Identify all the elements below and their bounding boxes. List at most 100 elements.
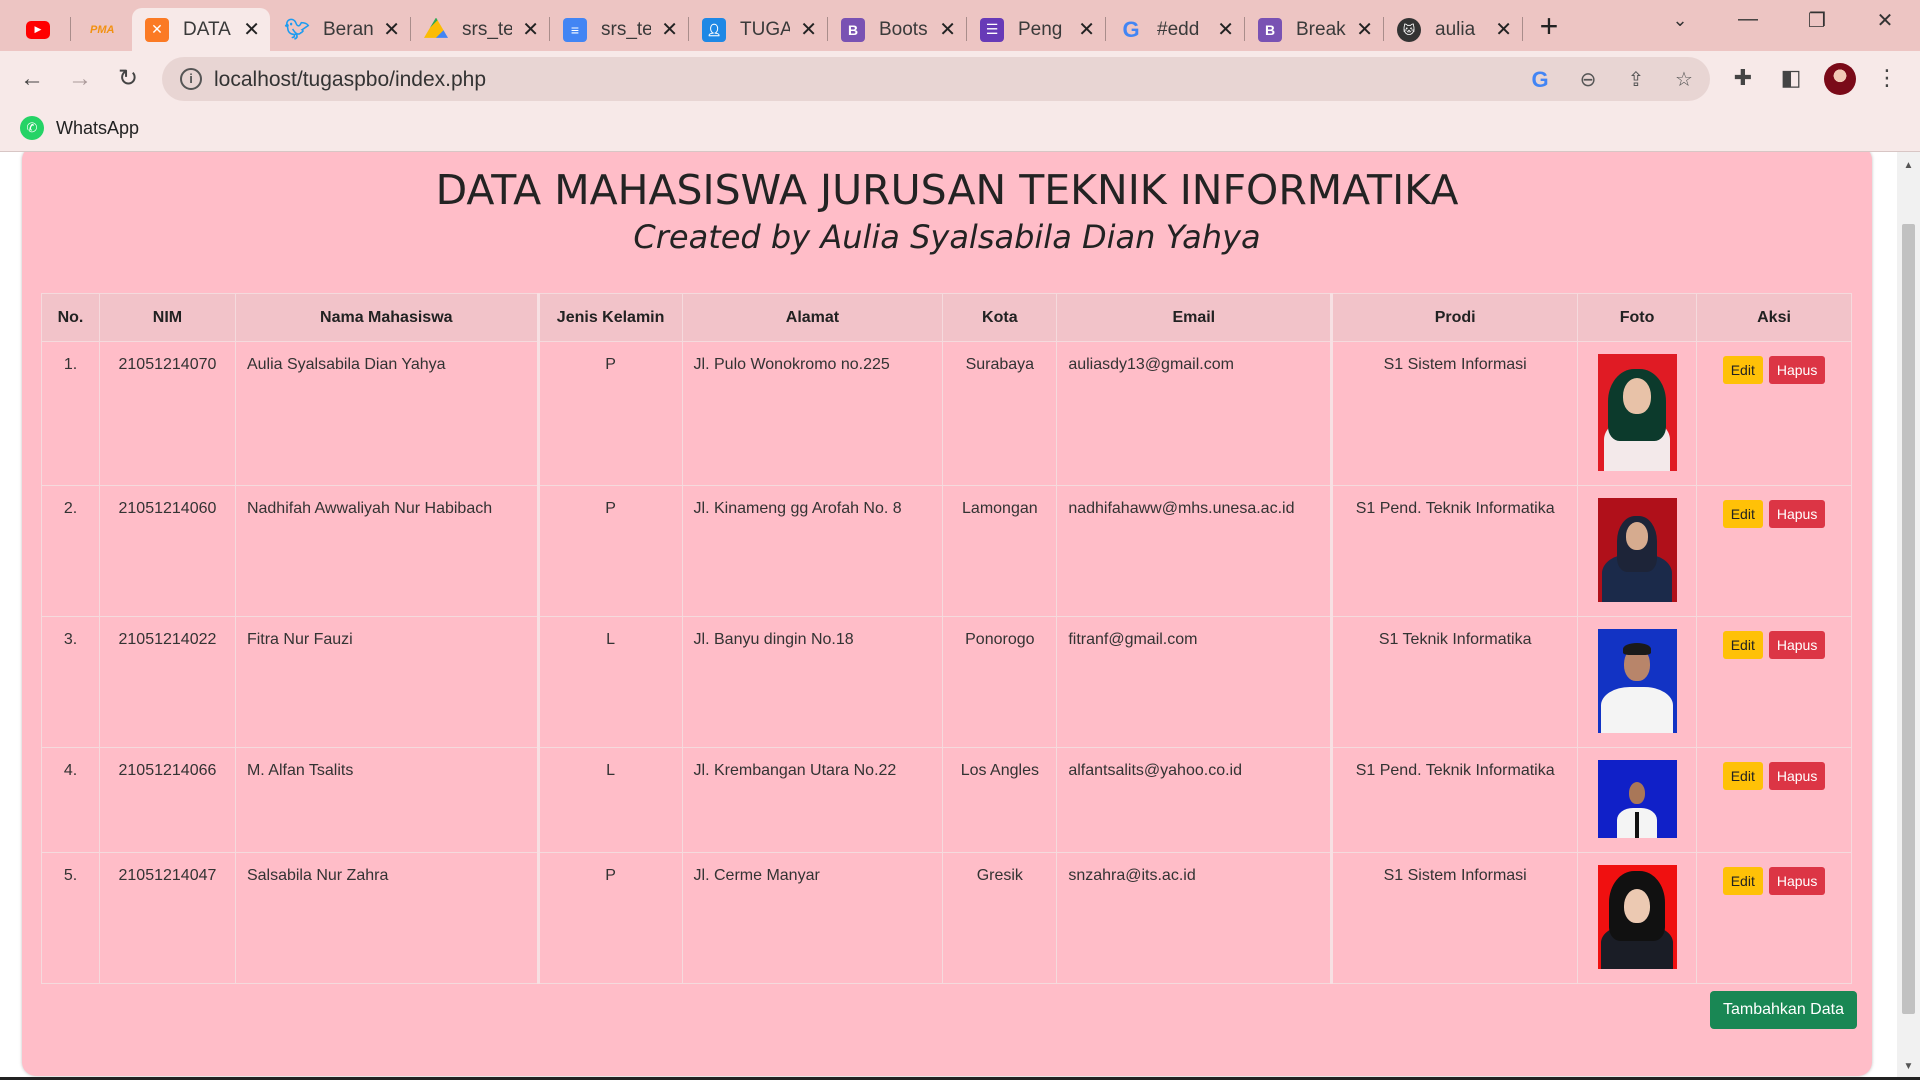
col-header-jenis-kelamin: Jenis Kelamin bbox=[536, 293, 683, 342]
tab-close-icon[interactable]: ✕ bbox=[1217, 20, 1234, 40]
cell-email: auliasdy13@gmail.com bbox=[1056, 341, 1333, 486]
tab-close-icon[interactable]: ✕ bbox=[661, 20, 678, 40]
cell-foto bbox=[1577, 485, 1698, 617]
twitter-icon: 🐦︎ bbox=[284, 19, 310, 41]
tab-youtube[interactable]: ▶ bbox=[18, 8, 58, 51]
cell-foto bbox=[1577, 852, 1698, 984]
tab-close-icon[interactable]: ✕ bbox=[522, 20, 539, 40]
forward-button[interactable]: → bbox=[62, 61, 98, 97]
github-icon: 🐱︎ bbox=[1397, 17, 1421, 42]
cell-alamat: Jl. Cerme Manyar bbox=[681, 852, 944, 984]
close-window-button[interactable]: ✕ bbox=[1870, 8, 1900, 33]
tab-close-icon[interactable]: ✕ bbox=[1356, 20, 1373, 40]
scroll-up-icon[interactable]: ▲ bbox=[1897, 156, 1920, 176]
new-tab-button[interactable]: + bbox=[1534, 10, 1564, 42]
bookmark-star-icon[interactable]: ☆ bbox=[1670, 66, 1698, 94]
cell-nim: 21051214022 bbox=[98, 616, 236, 748]
tab-bootstrap-breakpoints[interactable]: B Break ✕ bbox=[1245, 8, 1383, 51]
profile-avatar[interactable] bbox=[1824, 63, 1856, 95]
tab-phpmyadmin[interactable]: PMA bbox=[80, 8, 124, 51]
tab-strip: ▶ PMA ✕ DATA ✕ 🐦︎ Beran ✕ srs_te ✕ ≡ srs… bbox=[0, 0, 1920, 51]
tab-google-classroom[interactable]: 👤︎ TUGA ✕ bbox=[689, 8, 827, 51]
tab-close-icon[interactable]: ✕ bbox=[1078, 20, 1095, 40]
tab-close-icon[interactable]: ✕ bbox=[800, 20, 817, 40]
tab-close-icon[interactable]: ✕ bbox=[383, 20, 400, 40]
tab-google-search[interactable]: G #edd ✕ bbox=[1106, 8, 1244, 51]
reload-button[interactable]: ↻ bbox=[110, 61, 146, 97]
address-bar[interactable]: i localhost/tugaspbo/index.php G ⊖ ⇪ ☆ bbox=[162, 57, 1710, 101]
cell-alamat: Jl. Pulo Wonokromo no.225 bbox=[681, 341, 944, 486]
edit-button[interactable]: Edit bbox=[1722, 356, 1763, 384]
share-icon[interactable]: ⇪ bbox=[1622, 66, 1650, 94]
google-lens-icon[interactable]: G bbox=[1526, 66, 1554, 94]
google-forms-icon: ☰ bbox=[980, 17, 1004, 42]
minimize-button[interactable]: — bbox=[1733, 8, 1763, 31]
tab-data-active[interactable]: ✕ DATA ✕ bbox=[132, 8, 270, 51]
delete-button[interactable]: Hapus bbox=[1768, 762, 1826, 790]
page-scrollbar[interactable]: ▲ ▼ bbox=[1897, 152, 1920, 1077]
tab-title: TUGA bbox=[740, 18, 791, 40]
cell-foto bbox=[1577, 616, 1698, 748]
bootstrap-icon: B bbox=[1258, 17, 1282, 42]
tab-google-forms[interactable]: ☰ Peng ✕ bbox=[967, 8, 1105, 51]
tab-google-drive[interactable]: srs_te ✕ bbox=[411, 8, 549, 51]
delete-button[interactable]: Hapus bbox=[1768, 867, 1826, 895]
tab-title: Peng bbox=[1018, 18, 1063, 40]
student-photo bbox=[1597, 354, 1677, 471]
cell-foto bbox=[1577, 341, 1698, 486]
add-data-button[interactable]: Tambahkan Data bbox=[1710, 991, 1857, 1029]
extensions-icon[interactable]: ✚ bbox=[1728, 63, 1758, 93]
menu-icon[interactable]: ⋮ bbox=[1872, 63, 1902, 93]
tab-github[interactable]: 🐱︎ aulia ✕ bbox=[1384, 8, 1522, 51]
scrollbar-thumb[interactable] bbox=[1902, 224, 1915, 1014]
tab-close-icon[interactable]: ✕ bbox=[939, 20, 956, 40]
edit-button[interactable]: Edit bbox=[1722, 500, 1763, 528]
col-header-nama: Nama Mahasiswa bbox=[234, 293, 539, 342]
scroll-down-icon[interactable]: ▼ bbox=[1897, 1057, 1920, 1077]
edit-button[interactable]: Edit bbox=[1722, 762, 1763, 790]
cell-jenis-kelamin: P bbox=[536, 341, 683, 486]
col-header-email: Email bbox=[1056, 293, 1333, 342]
tab-twitter[interactable]: 🐦︎ Beran ✕ bbox=[272, 8, 410, 51]
cell-email: alfantsalits@yahoo.co.id bbox=[1056, 747, 1333, 853]
cell-nama: M. Alfan Tsalits bbox=[234, 747, 539, 853]
tab-title: #edd bbox=[1157, 18, 1200, 40]
zoom-icon[interactable]: ⊖ bbox=[1574, 66, 1602, 94]
content-card: DATA MAHASISWA JURUSAN TEKNIK INFORMATIK… bbox=[22, 152, 1872, 1076]
bookmark-whatsapp[interactable]: ✆ WhatsApp bbox=[20, 116, 139, 140]
tab-title: DATA bbox=[183, 18, 231, 40]
table-header-row: No. NIM Nama Mahasiswa Jenis Kelamin Ala… bbox=[41, 293, 1852, 342]
site-info-icon[interactable]: i bbox=[180, 68, 202, 90]
cell-no: 4. bbox=[41, 747, 100, 853]
cell-no: 3. bbox=[41, 616, 100, 748]
xampp-icon: ✕ bbox=[145, 17, 169, 42]
tab-title: Boots bbox=[879, 18, 928, 40]
cell-nim: 21051214047 bbox=[98, 852, 236, 984]
cell-aksi: Edit Hapus bbox=[1696, 341, 1852, 486]
page-subtitle: Created by Aulia Syalsabila Dian Yahya bbox=[633, 218, 1261, 256]
col-header-foto: Foto bbox=[1577, 293, 1698, 342]
cell-kota: Los Angles bbox=[942, 747, 1058, 853]
delete-button[interactable]: Hapus bbox=[1768, 500, 1826, 528]
tab-close-icon[interactable]: ✕ bbox=[1495, 20, 1512, 40]
tab-title: Beran bbox=[323, 18, 374, 40]
delete-button[interactable]: Hapus bbox=[1768, 631, 1826, 659]
cell-nama: Nadhifah Awwaliyah Nur Habibach bbox=[234, 485, 539, 617]
side-panel-icon[interactable]: ◧ bbox=[1776, 63, 1806, 93]
edit-button[interactable]: Edit bbox=[1722, 867, 1763, 895]
cell-no: 2. bbox=[41, 485, 100, 617]
back-button[interactable]: ← bbox=[14, 61, 50, 97]
tab-close-icon[interactable]: ✕ bbox=[243, 20, 260, 40]
tab-search-chevron-icon[interactable]: ⌄ bbox=[1665, 10, 1695, 31]
tab-bootstrap[interactable]: B Boots ✕ bbox=[828, 8, 966, 51]
col-header-aksi: Aksi bbox=[1696, 293, 1852, 342]
cell-aksi: Edit Hapus bbox=[1696, 616, 1852, 748]
tab-google-docs[interactable]: ≡ srs_te ✕ bbox=[550, 8, 688, 51]
cell-nama: Fitra Nur Fauzi bbox=[234, 616, 539, 748]
restore-button[interactable]: ❐ bbox=[1802, 8, 1832, 33]
cell-nim: 21051214066 bbox=[98, 747, 236, 853]
url-text[interactable]: localhost/tugaspbo/index.php bbox=[214, 68, 486, 92]
edit-button[interactable]: Edit bbox=[1722, 631, 1763, 659]
col-header-alamat: Alamat bbox=[681, 293, 944, 342]
delete-button[interactable]: Hapus bbox=[1768, 356, 1826, 384]
